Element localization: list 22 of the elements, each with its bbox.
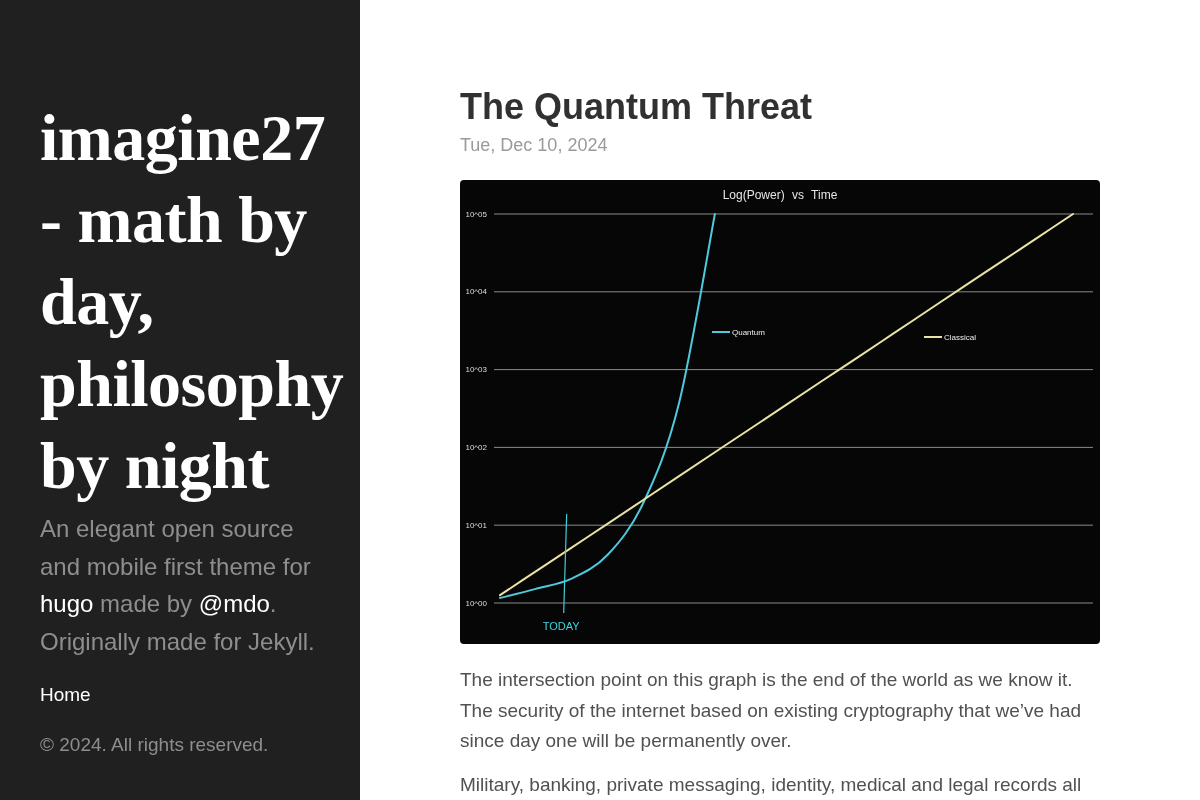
copyright-text: © 2024. All rights reserved. <box>40 733 269 757</box>
post-title: The Quantum Threat <box>460 85 813 129</box>
axis-tick-label: 10^03 <box>465 365 487 375</box>
axis-tick-label: 10^01 <box>465 520 487 530</box>
axis-tick-label: 10^02 <box>465 442 487 452</box>
axis-tick-label: 10^00 <box>465 598 487 608</box>
nav-link[interactable]: Home <box>40 681 91 709</box>
legend-line-icon <box>923 336 943 338</box>
axis-tick-label: 10^05 <box>465 209 487 219</box>
legend-label: Quantum <box>732 327 765 337</box>
post-paragraph: Military, banking, private messaging, identity, medical and legal records all <box>460 772 1082 797</box>
post-paragraph: The intersection point on this graph is the end of the world as we know it. The security of the internet based on existing cryptography that we’ve had since day one will be permanently over. <box>460 668 1083 753</box>
axis-tick-label: 10^04 <box>465 287 487 297</box>
link[interactable]: hugo <box>40 590 94 617</box>
site-description: An elegant open source and mobile first theme for hugo made by @mdo. Originally made for Jekyll. <box>40 514 316 657</box>
site-title: imagine27 - math by day, philosophy by night <box>40 100 345 504</box>
post-date: Tue, Dec 10, 2024 <box>460 134 608 157</box>
legend-line-icon <box>711 331 731 333</box>
annotation-label: TODAY <box>542 620 580 632</box>
link[interactable]: @mdo <box>198 590 270 617</box>
chart-title: Log(Power) vs Time <box>722 188 838 202</box>
legend-label: Classical <box>944 332 976 342</box>
